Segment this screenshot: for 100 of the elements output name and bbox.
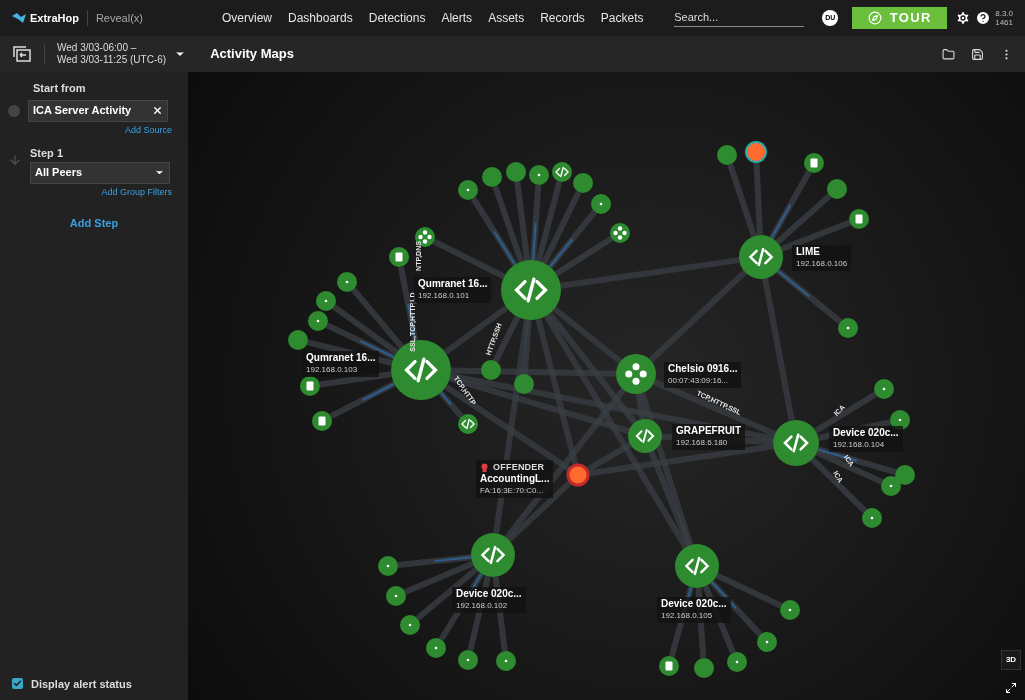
nav-link[interactable]: Dashboards — [288, 9, 353, 27]
peer-node[interactable] — [458, 414, 478, 434]
code-icon — [461, 418, 475, 430]
peer-node[interactable] — [316, 291, 336, 311]
add-source-link[interactable]: Add Source — [124, 123, 172, 137]
cluster-icon — [613, 226, 627, 240]
peer-node[interactable] — [506, 162, 526, 182]
peer-node[interactable] — [389, 247, 409, 267]
peer-node[interactable] — [482, 167, 502, 187]
dot-icon — [504, 659, 508, 663]
peer-node[interactable] — [881, 476, 901, 496]
search-field[interactable]: Search... — [674, 9, 805, 27]
peer-node[interactable] — [529, 165, 549, 185]
peer-node[interactable] — [337, 272, 357, 292]
node-address: 192.168.0.101 — [418, 290, 471, 302]
folder-icon[interactable] — [942, 47, 955, 61]
add-step-link[interactable]: Add Step — [69, 215, 119, 232]
checkbox[interactable] — [12, 678, 23, 690]
peer-node[interactable] — [288, 330, 308, 350]
peer-node[interactable] — [838, 318, 858, 338]
device-node[interactable] — [471, 533, 515, 577]
peer-node[interactable] — [300, 376, 320, 396]
document-icon — [395, 252, 403, 262]
compass-icon — [867, 11, 882, 25]
dot-icon — [394, 594, 398, 598]
step-label: Step 1 — [30, 146, 64, 161]
device-node[interactable] — [501, 260, 561, 320]
node-address: 192.168.0.105 — [661, 610, 714, 622]
help-icon[interactable] — [975, 10, 992, 26]
time-range-text[interactable]: Wed 3/03-06:00 – — [57, 42, 167, 54]
peer-node[interactable] — [591, 194, 611, 214]
peer-node[interactable] — [780, 600, 800, 620]
peer-node[interactable] — [659, 656, 679, 676]
device-node[interactable] — [773, 420, 819, 466]
peer-node[interactable] — [827, 179, 847, 199]
code-icon — [480, 545, 506, 565]
node-address: 192.168.0.104 — [833, 439, 886, 451]
peer-node[interactable] — [308, 311, 328, 331]
peer-node[interactable] — [400, 615, 420, 635]
peer-node[interactable] — [862, 508, 882, 528]
return-icon[interactable] — [12, 45, 32, 63]
dot-icon — [386, 564, 390, 568]
alert-node[interactable] — [566, 463, 590, 487]
device-node[interactable] — [739, 235, 783, 279]
peer-select[interactable]: All Peers — [30, 161, 170, 184]
node-address: 192.168.0.106 — [796, 258, 848, 270]
peer-node[interactable] — [386, 586, 406, 606]
peer-node[interactable] — [804, 153, 824, 173]
dot-icon — [599, 202, 603, 206]
peer-node[interactable] — [610, 223, 630, 243]
nav-link[interactable]: Detections — [368, 9, 426, 27]
peer-node[interactable] — [378, 556, 398, 576]
peer-node[interactable] — [458, 650, 478, 670]
save-icon[interactable] — [971, 47, 984, 61]
nav-link[interactable]: Assets — [488, 9, 525, 27]
nav-link[interactable]: Records — [540, 9, 585, 27]
time-range-text[interactable]: Wed 3/03-11:25 (UTC-6) — [57, 54, 167, 66]
peer-node[interactable] — [312, 411, 332, 431]
peer-node[interactable] — [573, 173, 593, 193]
peer-node[interactable] — [757, 632, 777, 652]
peer-node[interactable] — [745, 141, 767, 163]
peer-node[interactable] — [458, 180, 478, 200]
node-name: GRAPEFRUIT — [676, 425, 741, 437]
nav-link[interactable]: Alerts — [441, 9, 473, 27]
device-node[interactable] — [628, 419, 662, 453]
node-name: Qumranet 16... — [306, 352, 376, 364]
dot-icon — [898, 418, 902, 422]
peer-node[interactable] — [481, 360, 501, 380]
peer-node[interactable] — [552, 162, 572, 182]
settings-icon[interactable] — [955, 10, 972, 26]
code-icon — [635, 428, 655, 444]
clear-icon[interactable] — [152, 105, 163, 116]
peer-node[interactable] — [727, 652, 747, 672]
peer-node[interactable] — [895, 465, 915, 485]
device-node[interactable] — [616, 354, 656, 394]
dot-icon — [889, 484, 893, 488]
document-icon — [665, 661, 673, 671]
node-name: Chelsio 0916... — [668, 363, 738, 375]
peer-node[interactable] — [426, 638, 446, 658]
node-address: 192.168.0.103 — [306, 364, 359, 376]
nav-link[interactable]: Overview — [222, 9, 272, 27]
add-filters-link[interactable]: Add Group Filters — [101, 185, 172, 199]
version-text: 8.3.0 — [995, 9, 1013, 18]
device-node[interactable] — [675, 544, 719, 588]
peer-node[interactable] — [514, 374, 534, 394]
peer-node[interactable] — [874, 379, 894, 399]
dot-icon — [788, 608, 792, 612]
peer-node[interactable] — [849, 209, 869, 229]
expand-icon[interactable] — [1005, 682, 1017, 694]
node-address: 192.168.0.102 — [456, 600, 509, 612]
skull-icon — [480, 462, 489, 472]
view-3d-button[interactable]: 3D — [1001, 650, 1021, 670]
peer-node[interactable] — [717, 145, 737, 165]
peer-node[interactable] — [496, 651, 516, 671]
source-field[interactable]: ICA Server Activity — [28, 99, 168, 122]
dot-icon — [466, 658, 470, 662]
peer-node[interactable] — [694, 658, 714, 678]
code-icon — [555, 166, 569, 178]
nav-link[interactable]: Packets — [600, 9, 644, 27]
dot-icon — [735, 660, 739, 664]
